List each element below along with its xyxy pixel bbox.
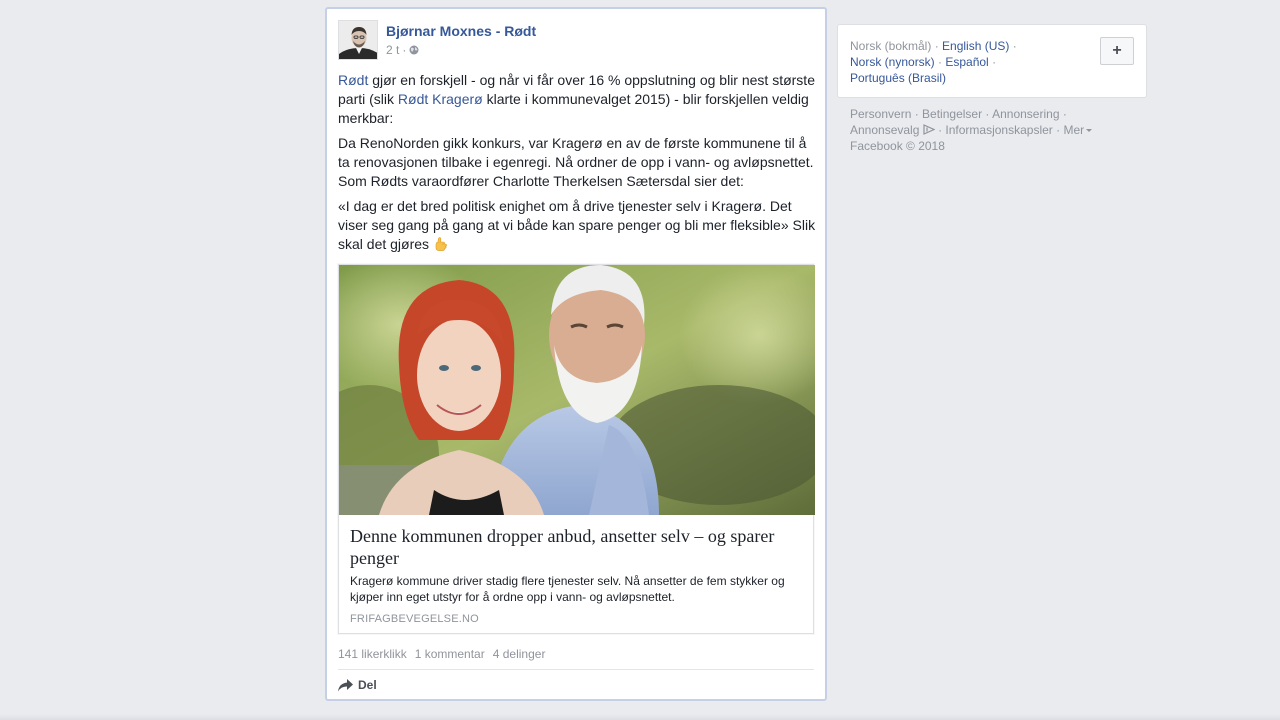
language-option-portugues[interactable]: Português (Brasil) [850,71,946,85]
author-name[interactable]: Bjørnar Moxnes - Rødt [386,23,536,39]
post-meta: 2 t · [386,43,419,57]
footer-copyright: Facebook © 2018 [850,139,945,153]
language-selector: Norsk (bokmål) · English (US) · Norsk (n… [837,24,1147,98]
author-avatar[interactable] [338,20,378,60]
language-separator: · [934,55,946,69]
post-stats: 141 likerklikk 1 kommentar 4 delinger [338,647,545,661]
post-header: Bjørnar Moxnes - Rødt 2 t · [338,20,808,60]
footer-link-annonsering[interactable]: Annonsering [992,107,1059,121]
language-option-english[interactable]: English (US) [942,39,1009,53]
footer-link-annonsevalg-label: Annonsevalg [850,123,920,137]
language-option-nynorsk[interactable]: Norsk (nynorsk) [850,55,935,69]
footer-separator: · [1059,107,1067,121]
footer-link-personvern[interactable]: Personvern [850,107,911,121]
link-preview-description: Kragerø kommune driver stadig flere tjen… [350,574,785,604]
footer-separator: · [934,123,946,137]
meta-separator: · [402,43,407,57]
likes-count[interactable]: 141 likerklikk [338,647,407,661]
post-text: Rødt gjør en forskjell - og når vi får o… [338,71,818,260]
footer-link-mer[interactable]: Mer [1063,123,1093,137]
link-preview-card[interactable]: Denne kommunen dropper anbud, ansetter s… [338,264,815,634]
caret-down-icon [1086,129,1093,132]
language-option-espanol[interactable]: Español [945,55,988,69]
actions-divider [338,669,814,670]
footer-link-mer-label: Mer [1063,123,1085,137]
footer-link-annonsevalg[interactable]: Annonsevalg [850,123,935,137]
language-separator: · [931,39,943,53]
globe-icon[interactable] [409,45,419,55]
share-arrow-icon [338,678,353,691]
share-button[interactable]: Del [338,678,377,692]
post-card: Bjørnar Moxnes - Rødt 2 t · Rødt gjør en… [325,7,827,701]
footer-separator: · [1052,123,1064,137]
language-list: Norsk (bokmål) · English (US) · Norsk (n… [850,38,1090,86]
add-language-button[interactable]: + [1100,37,1134,65]
shares-count[interactable]: 4 delinger [493,647,546,661]
language-separator: · [988,55,997,69]
footer-link-informasjonskapsler[interactable]: Informasjonskapsler [945,123,1052,137]
language-current: Norsk (bokmål) [850,39,932,53]
post-paragraph-3: «I dag er det bred politisk enighet om å… [338,197,818,254]
link-preview-image[interactable] [339,265,815,515]
bottom-edge [0,714,1280,720]
footer-separator: · [982,107,993,121]
post-paragraph-2: Da RenoNorden gikk konkurs, var Kragerø … [338,135,814,189]
adchoices-icon [923,124,935,135]
post-timestamp[interactable]: 2 t [386,43,399,57]
language-separator: · [1009,39,1017,53]
link-preview-title[interactable]: Denne kommunen dropper anbud, ansetter s… [350,525,800,569]
footer-separator: · [911,107,923,121]
footer-links: Personvern · Betingelser · Annonsering ·… [850,106,1120,154]
link-preview-domain: FRIFAGBEVEGELSE.NO [350,613,479,625]
share-label: Del [358,678,377,692]
page-link-rodt[interactable]: Rødt [338,72,368,88]
pointing-hand-emoji-icon [435,237,447,251]
post-paragraph-1: Rødt gjør en forskjell - og når vi får o… [338,71,818,128]
page-link-rodt-kragero[interactable]: Rødt Kragerø [398,91,483,107]
post-paragraph-3-text: «I dag er det bred politisk enighet om å… [338,198,816,252]
comments-count[interactable]: 1 kommentar [415,647,485,661]
footer-link-betingelser[interactable]: Betingelser [922,107,982,121]
